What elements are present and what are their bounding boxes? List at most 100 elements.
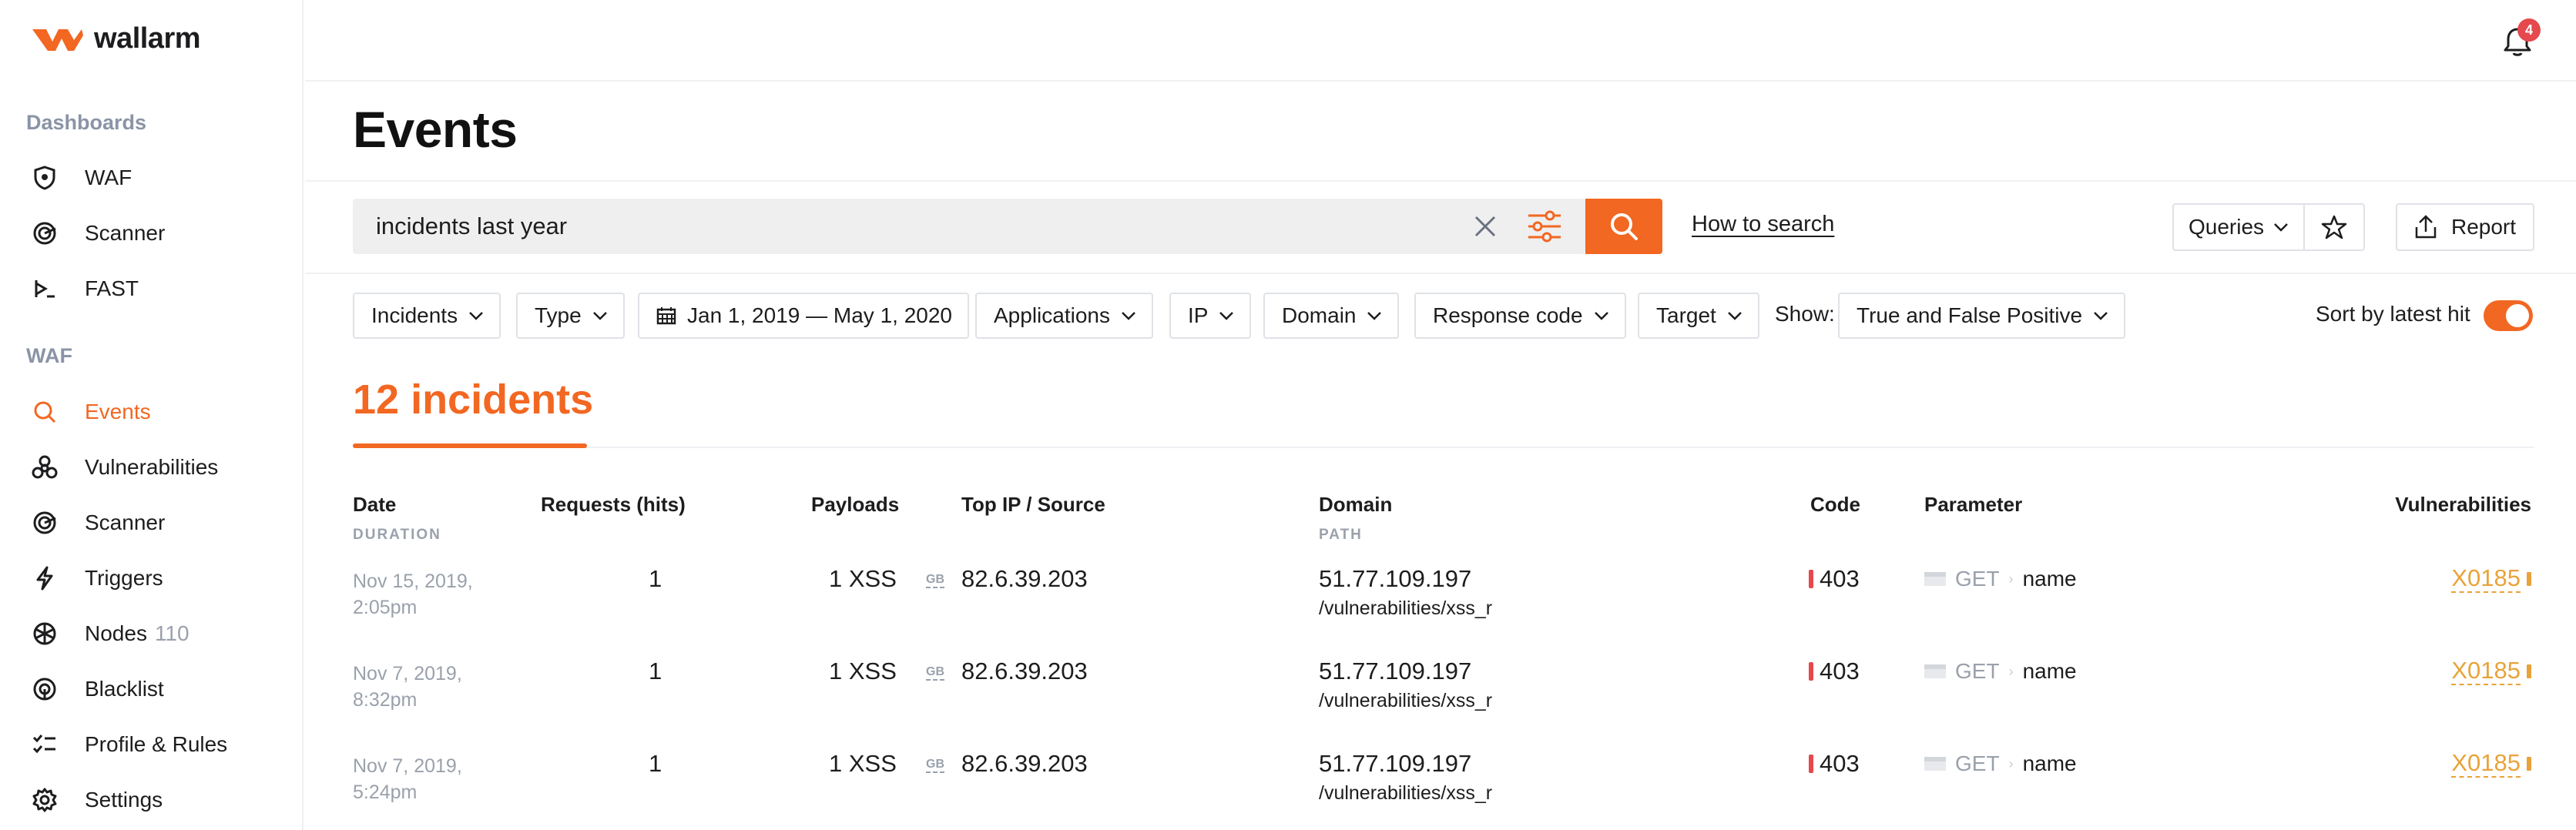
country-code[interactable]: GB bbox=[926, 758, 944, 773]
event-date: Nov 7, 2019, 5:24pm bbox=[353, 753, 462, 805]
country-code[interactable]: GB bbox=[926, 665, 944, 681]
sidebar-item-label: FAST bbox=[85, 276, 139, 300]
code-status-marker bbox=[1809, 662, 1813, 681]
sidebar-item-label: Triggers bbox=[85, 566, 163, 590]
payloads: 1 XSS bbox=[829, 658, 897, 684]
chevron-down-icon bbox=[1594, 312, 1608, 320]
top-ip[interactable]: 82.6.39.203 bbox=[961, 750, 1088, 778]
sidebar-item-profile-rules[interactable]: Profile & Rules bbox=[31, 725, 227, 764]
chevron-right-icon: › bbox=[2008, 571, 2014, 587]
filter-label: True and False Positive bbox=[1857, 303, 2083, 327]
calendar-icon bbox=[656, 307, 676, 325]
search-icon bbox=[31, 398, 59, 426]
filter-label: Type bbox=[535, 303, 582, 327]
vulnerability-link[interactable]: X0185 bbox=[2451, 750, 2531, 778]
table-row[interactable]: Nov 15, 2019, 2:05pm 1 1 XSS GB 82.6.39.… bbox=[0, 0, 2576, 619]
sort-label: Sort by latest hit bbox=[2316, 302, 2470, 326]
top-ip[interactable]: 82.6.39.203 bbox=[961, 565, 1088, 593]
filter-label: Applications bbox=[994, 303, 1110, 327]
filter-applications[interactable]: Applications bbox=[975, 293, 1153, 339]
column-header-payloads: Payloads bbox=[811, 493, 900, 516]
vulnerability-id[interactable]: X0185 bbox=[2451, 658, 2521, 685]
filter-label: Incidents bbox=[371, 303, 458, 327]
section-waf: WAF bbox=[26, 344, 72, 367]
filter-label: Jan 1, 2019 — May 1, 2020 bbox=[687, 303, 952, 327]
sidebar-item-triggers[interactable]: Triggers bbox=[31, 559, 163, 597]
top-ip[interactable]: 82.6.39.203 bbox=[961, 658, 1088, 685]
nodes-count: 110 bbox=[154, 621, 190, 645]
param-name: name bbox=[2022, 751, 2077, 775]
filter-label: Domain bbox=[1282, 303, 1357, 327]
sidebar-item-label: Blacklist bbox=[85, 677, 164, 701]
param-method: GET bbox=[1955, 567, 2000, 591]
chevron-right-icon: › bbox=[2008, 663, 2014, 679]
response-code-value: 403 bbox=[1820, 750, 1860, 777]
payloads: 1 XSS bbox=[829, 750, 897, 777]
sort-latest-toggle[interactable] bbox=[2484, 300, 2533, 331]
param-type-icon bbox=[1924, 664, 1946, 678]
response-code: 403 bbox=[1809, 750, 1860, 778]
column-subheader-duration: DURATION bbox=[353, 527, 441, 543]
country-code[interactable]: GB bbox=[926, 573, 944, 588]
sidebar-item-blacklist[interactable]: Blacklist bbox=[31, 670, 164, 708]
filter-label: Response code bbox=[1433, 303, 1583, 327]
path: /vulnerabilities/xss_r bbox=[1319, 690, 1493, 711]
scanner-icon bbox=[31, 509, 59, 537]
sidebar-item-events[interactable]: Events bbox=[31, 393, 151, 431]
chevron-down-icon bbox=[592, 312, 607, 320]
filter-label: IP bbox=[1188, 303, 1209, 327]
show-label: Show: bbox=[1775, 302, 1835, 326]
code-status-marker bbox=[1809, 570, 1813, 588]
vulnerability-link[interactable]: X0185 bbox=[2451, 658, 2531, 685]
sidebar-item-settings[interactable]: Settings bbox=[31, 781, 163, 819]
filter-response-code[interactable]: Response code bbox=[1414, 293, 1626, 339]
vulnerability-link[interactable]: X0185 bbox=[2451, 565, 2531, 593]
requests-count: 1 bbox=[649, 750, 662, 777]
column-header-parameter: Parameter bbox=[1924, 493, 2023, 516]
column-header-date: Date bbox=[353, 493, 397, 516]
domain: 51.77.109.197 bbox=[1319, 658, 1472, 684]
param-type-icon bbox=[1924, 757, 1946, 771]
response-code: 403 bbox=[1809, 658, 1860, 685]
sidebar-item-vulnerabilities[interactable]: Vulnerabilities bbox=[31, 448, 218, 487]
sidebar-item-label: Nodes bbox=[85, 621, 147, 645]
filter-domain[interactable]: Domain bbox=[1263, 293, 1400, 339]
chevron-down-icon bbox=[469, 312, 483, 320]
divider bbox=[353, 447, 2534, 448]
filter-type[interactable]: Type bbox=[516, 293, 625, 339]
column-subheader-path: PATH bbox=[1319, 527, 1363, 543]
response-code: 403 bbox=[1809, 565, 1860, 593]
filter-date-range[interactable]: Jan 1, 2019 — May 1, 2020 bbox=[638, 293, 969, 339]
sidebar-item-label: Vulnerabilities bbox=[85, 455, 219, 479]
filter-ip[interactable]: IP bbox=[1169, 293, 1252, 339]
table-row[interactable]: Nov 7, 2019, 8:32pm 1 1 XSS GB 82.6.39.2… bbox=[0, 92, 2576, 711]
event-date: Nov 15, 2019, 2:05pm bbox=[353, 568, 473, 621]
table-row[interactable]: Nov 7, 2019, 5:24pm 1 1 XSS GB 82.6.39.2… bbox=[0, 185, 2576, 804]
event-date-time: 5:24pm bbox=[353, 781, 418, 803]
filter-incidents[interactable]: Incidents bbox=[353, 293, 501, 339]
sidebar-item-label: Events bbox=[85, 400, 151, 423]
sidebar-item-scanner[interactable]: Scanner bbox=[31, 504, 165, 542]
gear-icon bbox=[31, 786, 59, 814]
chevron-down-icon bbox=[1122, 312, 1135, 320]
parameter: GET › name bbox=[1924, 659, 2077, 684]
filter-target[interactable]: Target bbox=[1638, 293, 1759, 339]
vulnerability-id[interactable]: X0185 bbox=[2451, 750, 2521, 778]
response-code-value: 403 bbox=[1820, 658, 1860, 684]
domain: 51.77.109.197 bbox=[1319, 565, 1472, 592]
chevron-down-icon bbox=[1219, 312, 1234, 320]
sidebar-item-label: Settings bbox=[85, 788, 163, 812]
chevron-right-icon: › bbox=[2008, 755, 2014, 771]
vulnerability-id[interactable]: X0185 bbox=[2451, 565, 2521, 593]
column-header-code: Code bbox=[1810, 493, 1860, 516]
blacklist-icon bbox=[31, 675, 59, 703]
chevron-down-icon bbox=[1727, 312, 1742, 320]
domain: 51.77.109.197 bbox=[1319, 750, 1472, 777]
incidents-count-tab[interactable]: 12 incidents bbox=[353, 376, 593, 423]
sidebar-item-nodes[interactable]: Nodes 110 bbox=[31, 614, 190, 653]
terminal-icon bbox=[31, 275, 59, 303]
filter-show[interactable]: True and False Positive bbox=[1838, 293, 2126, 339]
column-header-top-ip: Top IP / Source bbox=[961, 493, 1105, 516]
lightning-icon bbox=[31, 564, 59, 592]
chevron-down-icon bbox=[1367, 312, 1382, 320]
